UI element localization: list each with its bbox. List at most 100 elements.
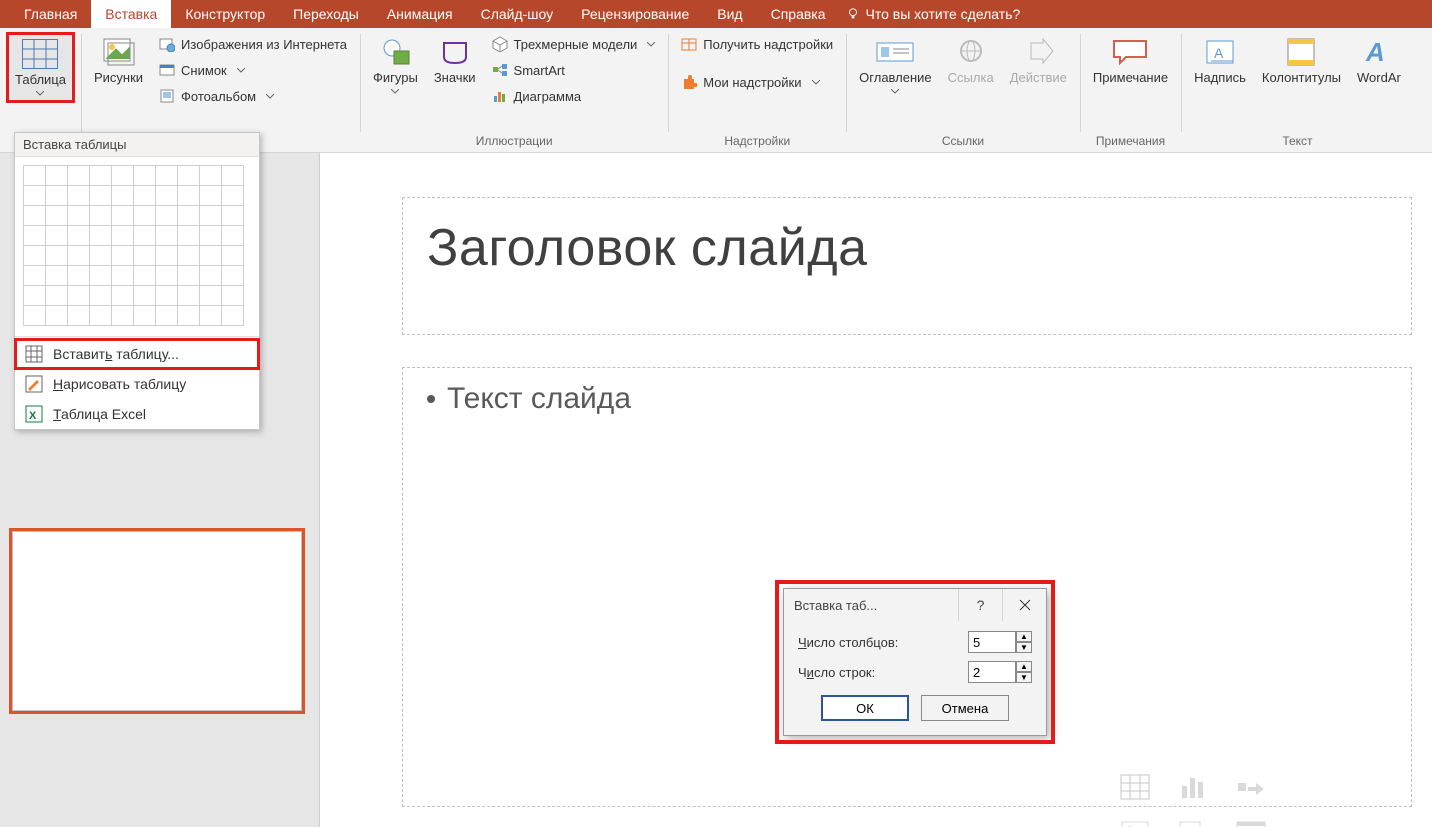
table-button[interactable]: Таблица [6, 32, 75, 103]
smartart-icon [492, 62, 508, 78]
header-footer-button[interactable]: Колонтитулы [1255, 32, 1348, 90]
rows-input[interactable] [968, 661, 1016, 683]
lightbulb-icon [846, 7, 860, 21]
cancel-button[interactable]: Отмена [921, 695, 1009, 721]
group-illustrations: Фигуры Значки Трехмерные модели SmartArt [360, 28, 668, 152]
insert-video-icon-button[interactable] [1229, 814, 1273, 827]
tab-view[interactable]: Вид [703, 0, 756, 28]
chart-icon [492, 88, 508, 104]
tab-review[interactable]: Рецензирование [567, 0, 703, 28]
caret-down-icon [647, 42, 655, 47]
icons-icon [438, 37, 472, 67]
caret-down-icon [391, 89, 399, 94]
insert-table-dialog-wrap: Вставка таб... ? Число столбцов: ▲▼ [783, 588, 1047, 736]
tab-slideshow[interactable]: Слайд-шоу [467, 0, 568, 28]
smartart-button[interactable]: SmartArt [485, 58, 663, 82]
tab-help[interactable]: Справка [757, 0, 840, 28]
toc-button[interactable]: Оглавление [852, 32, 938, 99]
tab-design[interactable]: Конструктор [171, 0, 279, 28]
close-icon [1019, 599, 1031, 611]
online-pictures-icon [159, 36, 175, 52]
menu-excel-table[interactable]: X Таблица Excel [15, 399, 259, 429]
textbox-icon: A [1203, 37, 1237, 67]
slide-canvas[interactable]: Заголовок слайда Текст слайда Вста [320, 153, 1432, 827]
ok-button[interactable]: ОК [821, 695, 909, 721]
chart-button[interactable]: Диаграмма [485, 84, 663, 108]
title-placeholder[interactable]: Заголовок слайда [402, 197, 1412, 335]
rows-down[interactable]: ▼ [1016, 672, 1032, 683]
insert-table-icon-button[interactable] [1113, 768, 1157, 806]
bullet-item[interactable]: Текст слайда [427, 382, 1387, 416]
group-links: Оглавление Ссылка Действие Ссылки [846, 28, 1080, 152]
my-addins-button[interactable]: Мои надстройки [674, 70, 840, 94]
bullet-icon [427, 395, 435, 403]
online-pictures-button[interactable]: Изображения из Интернета [152, 32, 354, 56]
cols-label: Число столбцов: [798, 635, 898, 650]
get-addins-button[interactable]: Получить надстройки [674, 32, 840, 56]
comment-icon [1110, 37, 1150, 67]
svg-text:A: A [1365, 37, 1385, 67]
addins-icon [681, 74, 697, 90]
rows-spinner[interactable]: ▲▼ [968, 661, 1032, 683]
content-placeholder[interactable]: Текст слайда Вставка таб... ? [402, 367, 1412, 807]
table-icon [25, 345, 43, 363]
action-button[interactable]: Действие [1003, 32, 1074, 90]
insert-picture-icon-button[interactable] [1113, 814, 1157, 827]
cols-spinner[interactable]: ▲▼ [968, 631, 1032, 653]
rows-label: Число строк: [798, 665, 875, 680]
caret-down-icon [237, 68, 245, 73]
insert-online-picture-icon-button[interactable] [1171, 814, 1215, 827]
photo-album-icon [159, 88, 175, 104]
pictures-button[interactable]: Рисунки [87, 32, 150, 90]
pictures-icon [102, 37, 136, 67]
dialog-close-button[interactable] [1002, 589, 1046, 621]
dialog-titlebar[interactable]: Вставка таб... ? [784, 589, 1046, 621]
ribbon-tabstrip: Главная Вставка Конструктор Переходы Ани… [0, 0, 1432, 28]
comment-button[interactable]: Примечание [1086, 32, 1175, 90]
link-button[interactable]: Ссылка [941, 32, 1001, 90]
caret-down-icon [266, 94, 274, 99]
svg-text:A: A [1214, 45, 1224, 61]
3d-models-button[interactable]: Трехмерные модели [485, 32, 663, 56]
group-label-comments: Примечания [1096, 132, 1165, 150]
table-size-grid[interactable] [15, 157, 259, 334]
cols-up[interactable]: ▲ [1016, 631, 1032, 642]
wordart-icon: A [1362, 37, 1396, 67]
tell-me-search[interactable]: Что вы хотите сделать? [846, 0, 1021, 28]
cols-input[interactable] [968, 631, 1016, 653]
tab-home[interactable]: Главная [10, 0, 91, 28]
link-icon [954, 37, 988, 67]
insert-smartart-icon-button[interactable] [1229, 768, 1273, 806]
tab-insert[interactable]: Вставка [91, 0, 171, 28]
insert-table-dialog: Вставка таб... ? Число столбцов: ▲▼ [783, 588, 1047, 736]
group-label-text: Текст [1282, 132, 1312, 150]
menu-draw-table-label: Нарисовать таблицу [53, 376, 186, 392]
group-text: A Надпись Колонтитулы A WordAr Текст [1181, 28, 1414, 152]
tab-transitions[interactable]: Переходы [279, 0, 373, 28]
cols-down[interactable]: ▼ [1016, 642, 1032, 653]
icons-button[interactable]: Значки [427, 32, 483, 90]
rows-up[interactable]: ▲ [1016, 661, 1032, 672]
screenshot-button[interactable]: Снимок [152, 58, 354, 82]
photo-album-button[interactable]: Фотоальбом [152, 84, 354, 108]
shapes-button[interactable]: Фигуры [366, 32, 425, 99]
dialog-help-button[interactable]: ? [958, 589, 1002, 621]
group-label-illustrations: Иллюстрации [476, 132, 553, 150]
menu-insert-table[interactable]: Вставить таблицу... [15, 339, 259, 369]
table-icon [22, 39, 58, 69]
menu-excel-table-label: Таблица Excel [53, 406, 146, 422]
menu-draw-table[interactable]: Нарисовать таблицу [15, 369, 259, 399]
tab-animations[interactable]: Анимация [373, 0, 467, 28]
textbox-button[interactable]: A Надпись [1187, 32, 1253, 90]
table-dropdown-menu: Вставка таблицы Вставить таблицу... Нари… [14, 132, 260, 430]
slide-title[interactable]: Заголовок слайда [427, 218, 1387, 278]
slide-thumbnail-1[interactable] [12, 531, 302, 711]
group-label-addins: Надстройки [724, 132, 790, 150]
wordart-button[interactable]: A WordAr [1350, 32, 1408, 90]
shapes-icon [378, 37, 412, 67]
table-menu-header: Вставка таблицы [15, 133, 259, 157]
insert-chart-icon-button[interactable] [1171, 768, 1215, 806]
cube-icon [492, 36, 508, 52]
caret-down-icon [36, 91, 44, 96]
excel-icon: X [25, 405, 43, 423]
